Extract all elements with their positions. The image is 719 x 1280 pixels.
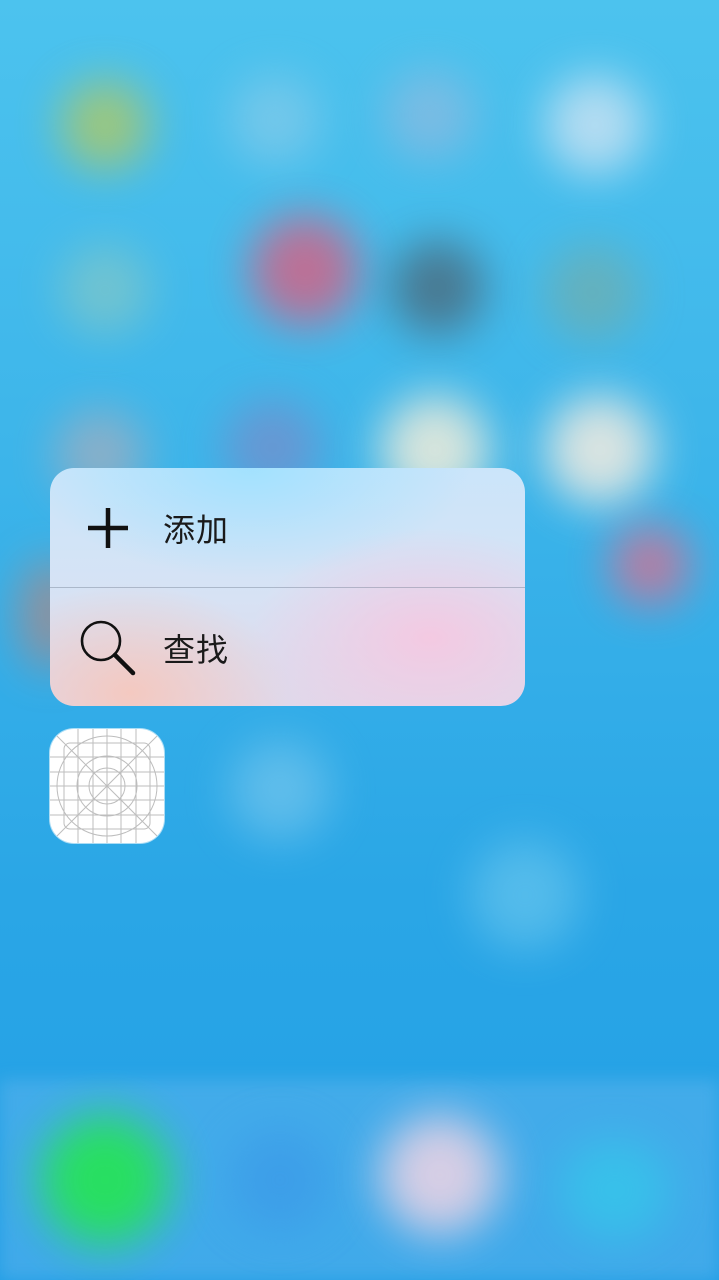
blurred-dock-icon — [40, 1115, 170, 1245]
blurred-app-icon — [250, 215, 360, 325]
blurred-dock-icon — [380, 1115, 500, 1235]
quick-action-search-label: 查找 — [163, 630, 230, 669]
blurred-app-icon — [230, 740, 330, 840]
quick-action-add[interactable]: 添加 — [50, 468, 525, 587]
blurred-app-icon — [610, 525, 690, 605]
blurred-app-icon — [545, 75, 645, 175]
home-screen: 添加 查找 — [0, 0, 719, 1280]
quick-action-add-label: 添加 — [163, 510, 230, 549]
blurred-dock-icon — [560, 1140, 670, 1240]
blurred-app-icon — [60, 80, 150, 170]
app-template-grid-icon — [50, 729, 164, 843]
quick-action-menu: 添加 查找 — [50, 468, 525, 706]
plus-icon — [88, 507, 128, 548]
search-icon — [80, 620, 136, 675]
blurred-app-icon — [230, 75, 320, 165]
blurred-app-icon — [470, 840, 580, 950]
blurred-app-icon — [60, 245, 150, 335]
blurred-dock-icon — [230, 1130, 330, 1230]
blurred-app-icon — [545, 245, 640, 340]
blurred-app-icon — [545, 395, 655, 505]
blurred-app-icon — [390, 240, 485, 335]
quick-action-search[interactable]: 查找 — [50, 588, 525, 706]
blurred-app-icon — [385, 70, 475, 160]
app-icon[interactable] — [50, 729, 164, 843]
